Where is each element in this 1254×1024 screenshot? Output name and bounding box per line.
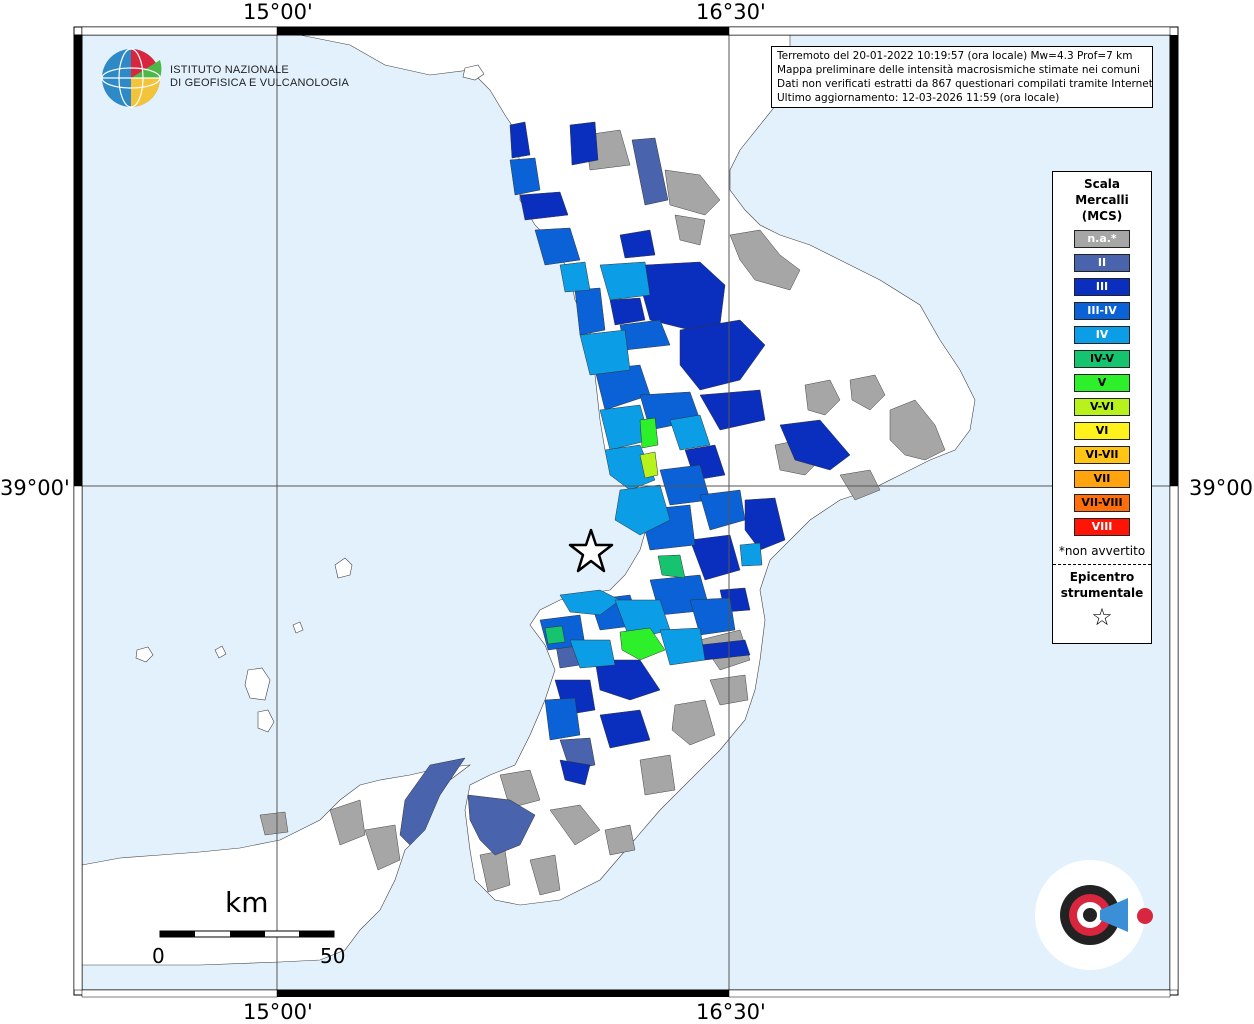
- legend-title-line2: Mercalli: [1075, 193, 1129, 207]
- legend-item: IV: [1074, 326, 1130, 344]
- scale-bar: [159, 930, 335, 938]
- legend-item: V: [1074, 374, 1130, 392]
- legend-item: V-VI: [1074, 398, 1130, 416]
- info-line2: Mappa preliminare delle intensità macros…: [777, 64, 1140, 76]
- legend-epicenter-label: Epicentro strumentale: [1053, 569, 1151, 601]
- legend-epicenter-line2: strumentale: [1060, 586, 1144, 600]
- legend-item: II: [1074, 254, 1130, 272]
- legend-items: n.a.* II III III-IV IV IV-V V V-VI VI VI-VII VII VI…: [1053, 230, 1151, 536]
- info-line3: Dati non verificati estratti da 867 ques…: [777, 78, 1153, 90]
- lat-label-right: 39°00': [1189, 476, 1254, 500]
- scale-max: 50: [320, 944, 346, 968]
- legend-epicenter-line1: Epicentro: [1069, 570, 1135, 584]
- legend-title-line3: (MCS): [1081, 209, 1123, 223]
- legend-item: III: [1074, 278, 1130, 296]
- legend-item: n.a.*: [1074, 230, 1130, 248]
- legend-item: VII: [1074, 470, 1130, 488]
- lat-label-left: 39°00': [0, 476, 70, 500]
- legend-note: *non avvertito: [1058, 544, 1146, 558]
- ingv-line1: ISTITUTO NAZIONALE: [170, 64, 289, 76]
- scale-unit: km: [225, 886, 269, 919]
- legend-title-line1: Scala: [1083, 177, 1121, 191]
- scale-min: 0: [152, 944, 165, 968]
- ingv-line2: DI GEOFISICA E VULCANOLOGIA: [170, 77, 349, 89]
- info-line4: Ultimo aggiornamento: 12-03-2026 11:59 (…: [777, 92, 1060, 104]
- legend-item: VI: [1074, 422, 1130, 440]
- legend-item: VII-VIII: [1074, 494, 1130, 512]
- lon-label-bottom-right: 16°30': [696, 1000, 766, 1024]
- legend-item: III-IV: [1074, 302, 1130, 320]
- legend-title: Scala Mercalli (MCS): [1053, 176, 1151, 224]
- lon-label-top-right: 16°30': [696, 0, 766, 24]
- legend-item: VIII: [1074, 518, 1130, 536]
- legend-separator: [1053, 564, 1151, 565]
- ingv-logo-text: ISTITUTO NAZIONALE DI GEOFISICA E VULCAN…: [170, 64, 349, 90]
- legend-item: VI-VII: [1074, 446, 1130, 464]
- info-line1: Terremoto del 20-01-2022 10:19:57 (ora l…: [777, 50, 1133, 62]
- lon-label-bottom-left: 15°00': [243, 1000, 313, 1024]
- lon-label-top-left: 15°00': [243, 0, 313, 24]
- event-info-box: Terremoto del 20-01-2022 10:19:57 (ora l…: [771, 46, 1153, 108]
- legend-item: IV-V: [1074, 350, 1130, 368]
- mcs-legend: Scala Mercalli (MCS) n.a.* II III III-IV IV I…: [1052, 171, 1152, 644]
- legend-star-icon: ☆: [1091, 603, 1113, 631]
